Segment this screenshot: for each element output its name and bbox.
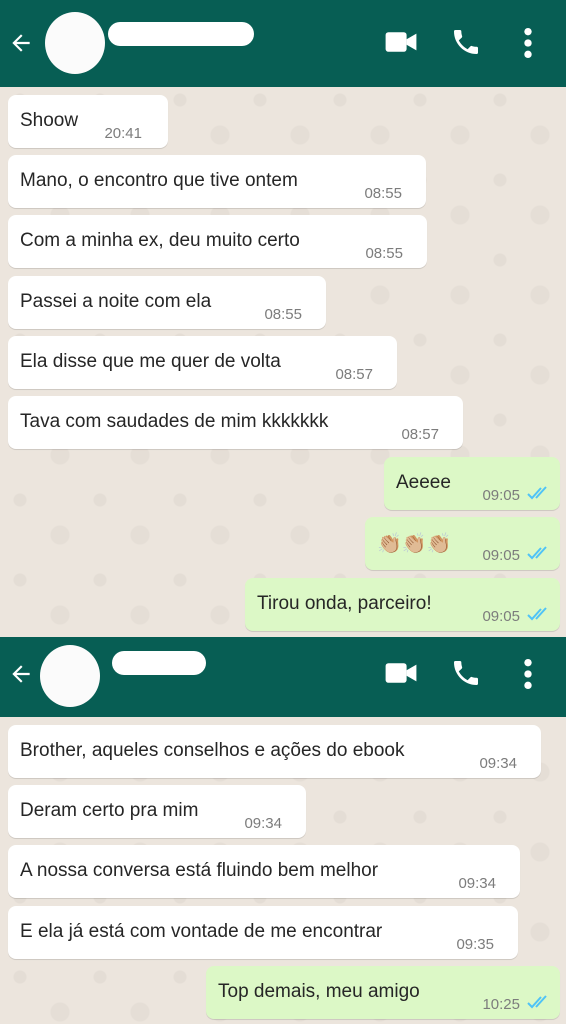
message-time: 08:55 <box>364 185 402 202</box>
outgoing-message[interactable]: Top demais, meu amigo 10:25 <box>206 966 560 1019</box>
incoming-message[interactable]: Passei a noite com ela 08:55 <box>8 276 326 329</box>
message-time: 09:34 <box>458 875 496 892</box>
message-text: Aeeee <box>396 472 451 493</box>
phone-icon[interactable] <box>450 657 482 689</box>
video-camera-icon[interactable] <box>384 659 418 687</box>
message-time: 09:05 <box>482 608 520 625</box>
incoming-message[interactable]: Mano, o encontro que tive ontem 08:55 <box>8 155 426 208</box>
message-text: 👏🏼👏🏼👏🏼 <box>377 533 452 555</box>
chat-screenshot-2: Brother, aqueles conselhos e ações do eb… <box>0 637 566 1024</box>
outgoing-message[interactable]: Aeeee 09:05 <box>384 457 560 510</box>
incoming-message[interactable]: Ela disse que me quer de volta 08:57 <box>8 336 397 389</box>
message-text: Brother, aqueles conselhos e ações do eb… <box>20 740 405 761</box>
message-text: Passei a noite com ela <box>20 291 212 312</box>
chat-header <box>0 637 566 717</box>
message-text: Tirou onda, parceiro! <box>257 593 432 614</box>
incoming-message[interactable]: Tava com saudades de mim kkkkkkk 08:57 <box>8 396 463 449</box>
incoming-message[interactable]: Shoow 20:41 <box>8 95 168 148</box>
message-time: 09:05 <box>482 487 520 504</box>
message-text: Mano, o encontro que tive ontem <box>20 170 298 191</box>
message-time: 09:05 <box>482 547 520 564</box>
arrow-back-icon[interactable] <box>8 30 34 56</box>
double-check-icon <box>527 486 547 500</box>
outgoing-message[interactable]: Tirou onda, parceiro! 09:05 <box>245 578 560 631</box>
message-time: 09:34 <box>244 815 282 832</box>
message-text: Shoow <box>20 110 79 131</box>
video-camera-icon[interactable] <box>384 28 418 56</box>
more-vert-icon[interactable] <box>520 26 536 60</box>
message-time: 10:25 <box>482 996 520 1013</box>
message-time: 09:35 <box>456 936 494 953</box>
more-vert-icon[interactable] <box>520 657 536 691</box>
double-check-icon <box>527 546 547 560</box>
message-text: Top demais, meu amigo <box>218 981 420 1002</box>
message-time: 09:34 <box>479 755 517 772</box>
phone-icon[interactable] <box>450 26 482 58</box>
incoming-message[interactable]: Brother, aqueles conselhos e ações do eb… <box>8 725 541 778</box>
message-time: 08:57 <box>335 366 373 383</box>
contact-name-redacted[interactable] <box>108 22 254 46</box>
incoming-message[interactable]: E ela já está com vontade de me encontra… <box>8 906 518 959</box>
message-text: A nossa conversa está fluindo bem melhor <box>20 860 379 881</box>
chat-screenshot-1: Shoow 20:41 Mano, o encontro que tive on… <box>0 0 566 637</box>
message-time: 20:41 <box>104 125 142 142</box>
incoming-message[interactable]: A nossa conversa está fluindo bem melhor… <box>8 845 520 898</box>
message-text: Deram certo pra mim <box>20 800 199 821</box>
message-text: Ela disse que me quer de volta <box>20 351 281 372</box>
incoming-message[interactable]: Deram certo pra mim 09:34 <box>8 785 306 838</box>
message-text: Com a minha ex, deu muito certo <box>20 230 300 251</box>
chat-header <box>0 0 566 87</box>
contact-avatar[interactable] <box>45 12 105 74</box>
contact-avatar[interactable] <box>40 645 100 707</box>
message-text: E ela já está com vontade de me encontra… <box>20 921 383 942</box>
outgoing-message[interactable]: 👏🏼👏🏼👏🏼 09:05 <box>365 517 560 570</box>
arrow-back-icon[interactable] <box>8 661 34 687</box>
message-time: 08:57 <box>401 426 439 443</box>
contact-name-redacted[interactable] <box>112 651 206 675</box>
message-time: 08:55 <box>264 306 302 323</box>
message-time: 08:55 <box>365 245 403 262</box>
incoming-message[interactable]: Com a minha ex, deu muito certo 08:55 <box>8 215 427 268</box>
message-text: Tava com saudades de mim kkkkkkk <box>20 411 329 432</box>
double-check-icon <box>527 607 547 621</box>
double-check-icon <box>527 995 547 1009</box>
